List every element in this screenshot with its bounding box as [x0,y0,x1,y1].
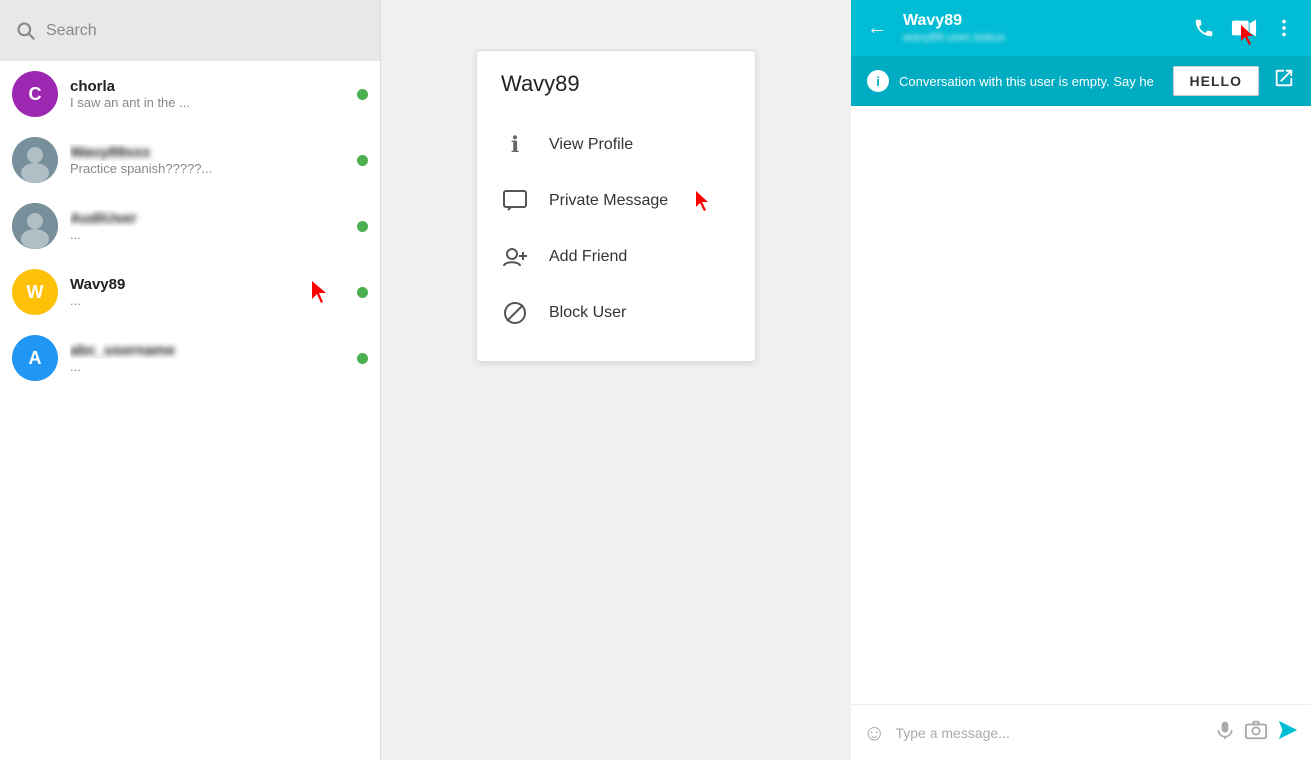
notification-text: Conversation with this user is empty. Sa… [899,74,1163,89]
chat-header-info: Wavy89 wavy89.user.status [903,12,1181,44]
notification-bar: i Conversation with this user is empty. … [851,56,1311,106]
online-indicator-user-a [357,353,368,364]
menu-item-view-profile[interactable]: ℹ View Profile [477,117,755,173]
contact-preview-user-a: ... [70,359,345,374]
contact-info-user-a: abc_username ... [70,342,345,374]
header-actions [1193,17,1295,39]
send-button[interactable] [1277,719,1299,747]
avatar-img-3 [12,203,58,249]
contact-item-chorla[interactable]: C chorla I saw an ant in the ... [0,61,380,127]
contact-info-wavy89-2: Wavy89xxx Practice spanish?????... [70,144,345,176]
contact-preview-wavy89-2: Practice spanish?????... [70,161,345,176]
chat-body [851,106,1311,704]
add-friend-icon [501,243,529,271]
online-indicator-chorla [357,89,368,100]
search-bar[interactable]: Search [0,0,380,61]
mic-icon [1215,719,1235,741]
emoji-button[interactable]: ☺ [863,720,885,746]
menu-item-add-friend[interactable]: Add Friend [477,229,755,285]
send-arrow-icon [1277,719,1299,741]
external-link-icon[interactable] [1273,67,1295,95]
chat-input-bar: ☺ [851,704,1311,760]
cursor-arrow-contact [312,281,330,303]
contact-name-wavy89: Wavy89 [70,276,345,293]
hello-button[interactable]: HELLO [1173,66,1259,96]
blurred-name-3: AudiUser [70,210,137,227]
contact-item-user3[interactable]: AudiUser ... [0,193,380,259]
contact-preview-chorla: I saw an ant in the ... [70,95,345,110]
context-menu: Wavy89 ℹ View Profile Private Message [476,50,756,362]
contact-info-chorla: chorla I saw an ant in the ... [70,78,345,110]
contact-info-wavy89: Wavy89 ... [70,276,345,308]
contact-name-user-a: abc_username [70,342,345,359]
open-external-icon [1273,67,1295,89]
menu-item-private-message[interactable]: Private Message [477,173,755,229]
contact-item-wavy89-2[interactable]: Wavy89xxx Practice spanish?????... [0,127,380,193]
chat-header-name: Wavy89 [903,12,1181,30]
more-options-icon[interactable] [1273,17,1295,39]
contact-list: C chorla I saw an ant in the ... Wavy89x… [0,61,380,760]
menu-item-block-user[interactable]: Block User [477,285,755,341]
cursor-arrow-video [1241,25,1257,45]
contact-name-wavy89-2: Wavy89xxx [70,144,345,161]
middle-area: Wavy89 ℹ View Profile Private Message [381,0,851,760]
avatar-user-a: A [12,335,58,381]
block-user-label: Block User [549,304,626,322]
message-icon [501,187,529,215]
left-panel: Search C chorla I saw an ant in the ... [0,0,381,760]
message-input[interactable] [895,725,1205,741]
block-circle-icon [503,301,527,325]
search-placeholder: Search [46,22,97,40]
blurred-name-a: abc_username [70,342,175,359]
contact-name-chorla: chorla [70,78,345,95]
camera-icon [1245,720,1267,740]
blurred-name: Wavy89xxx [70,144,150,161]
avatar-wavy89-2 [12,137,58,183]
view-profile-label: View Profile [549,136,633,154]
microphone-button[interactable] [1215,719,1235,747]
online-indicator-user3 [357,221,368,232]
private-message-label: Private Message [549,192,668,210]
online-indicator-wavy89-2 [357,155,368,166]
avatar-img [12,137,58,183]
avatar-wavy89: W [12,269,58,315]
contact-item-wavy89[interactable]: W Wavy89 ... [0,259,380,325]
contact-info-user3: AudiUser ... [70,210,345,242]
chat-bubble-icon [503,190,527,212]
contact-item-user-a[interactable]: A abc_username ... [0,325,380,391]
back-button[interactable]: ← [867,17,887,40]
avatar-user3 [12,203,58,249]
block-icon [501,299,529,327]
phone-icon[interactable] [1193,17,1215,39]
chat-header: ← Wavy89 wavy89.user.status [851,0,1311,56]
cursor-arrow-menu [696,191,712,211]
contact-name-user3: AudiUser [70,210,345,227]
avatar-chorla: C [12,71,58,117]
info-icon: ℹ [501,131,529,159]
blurred-status: wavy89.user.status [903,30,1005,44]
contact-preview-wavy89: ... [70,293,345,308]
add-friend-label: Add Friend [549,248,627,266]
person-add-icon [502,246,528,268]
search-icon [16,21,36,41]
notification-info-icon: i [867,70,889,92]
context-menu-title: Wavy89 [477,71,755,117]
contact-preview-user3: ... [70,227,345,242]
camera-button[interactable] [1245,720,1267,746]
video-icon-wrapper [1231,17,1257,39]
online-indicator-wavy89 [357,287,368,298]
chat-header-status: wavy89.user.status [903,30,1181,44]
right-panel: ← Wavy89 wavy89.user.status [851,0,1311,760]
